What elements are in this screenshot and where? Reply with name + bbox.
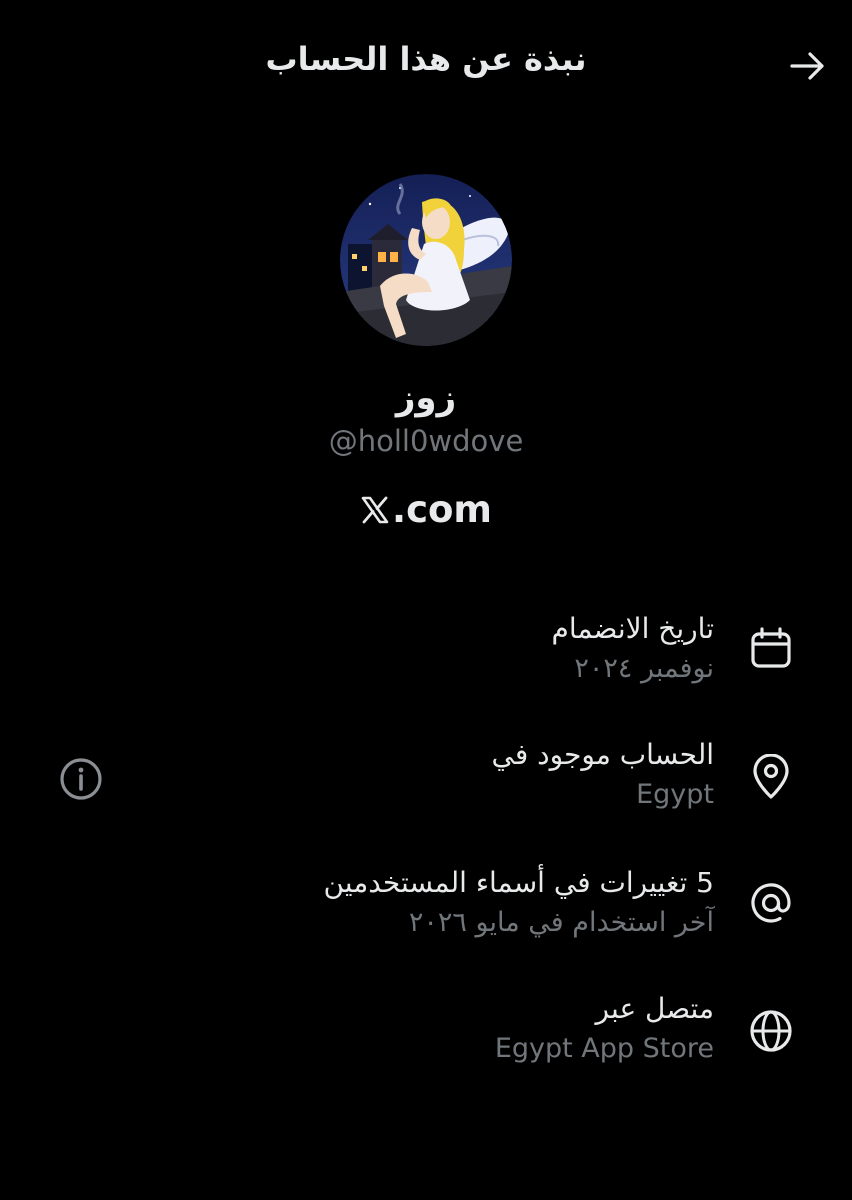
verified-via-x: .com: [0, 488, 852, 531]
row-subtitle: Egypt: [636, 779, 714, 810]
row-title: تاريخ الانضمام: [551, 612, 715, 645]
verified-domain-text: .com: [392, 488, 492, 531]
avatar[interactable]: [340, 174, 512, 346]
info-circle-icon: [60, 758, 102, 800]
row-title: 5 تغييرات في أسماء المستخدمين: [323, 866, 714, 899]
arrow-right-icon: [790, 52, 824, 80]
row-title: الحساب موجود في: [491, 738, 714, 771]
avatar-image: [340, 174, 512, 346]
location-pin-icon: [746, 752, 796, 802]
row-subtitle: Egypt App Store: [494, 1033, 714, 1064]
account-location-row: الحساب موجود في Egypt: [150, 734, 714, 814]
display-name: زوز: [395, 378, 457, 418]
row-title: متصل عبر: [595, 992, 714, 1025]
globe-icon: [746, 1006, 796, 1056]
back-button[interactable]: [784, 44, 832, 88]
x-logo-icon: [361, 496, 389, 523]
username-changes-row: 5 تغييرات في أسماء المستخدمين آخر استخدا…: [150, 862, 714, 942]
row-subtitle: آخر استخدام في مايو ٢٠٢٦: [408, 907, 714, 938]
at-sign-icon: [746, 878, 796, 928]
connected-via-row: متصل عبر Egypt App Store: [150, 988, 714, 1068]
join-date-row: تاريخ الانضمام نوفمبر ٢٠٢٤: [150, 608, 715, 688]
info-button[interactable]: [56, 754, 106, 804]
row-subtitle: نوفمبر ٢٠٢٤: [574, 653, 714, 684]
page-title: نبذة عن هذا الحساب: [265, 40, 587, 78]
username-handle: @holl0wdove: [328, 424, 524, 458]
calendar-icon: [746, 624, 796, 674]
